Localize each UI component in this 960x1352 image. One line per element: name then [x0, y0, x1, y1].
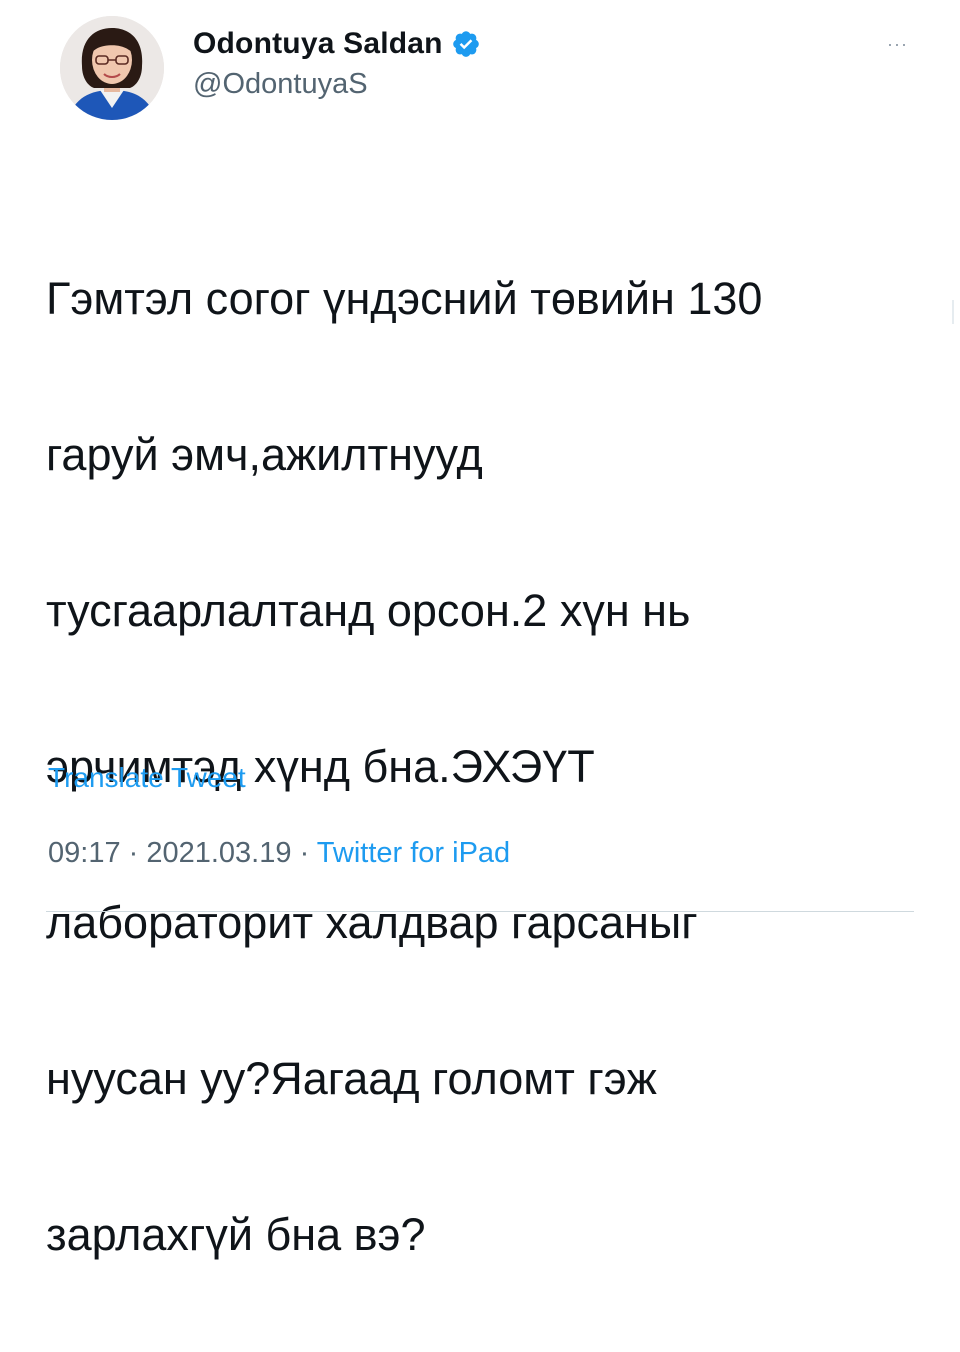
- tweet-source-link[interactable]: Twitter for iPad: [317, 837, 510, 869]
- more-options-icon[interactable]: ···: [887, 34, 908, 55]
- tweet-text-line: зарлахгүй бна вэ?: [46, 1209, 426, 1260]
- tweet-text-line: нуусан уу?Яагаад голомт гэж: [46, 1053, 657, 1104]
- user-handle[interactable]: @OdontuyaS: [193, 68, 481, 101]
- meta-separator: ·: [291, 837, 317, 869]
- tweet-card: Odontuya Saldan @OdontuyaS ··· Гэмтэл со…: [0, 0, 960, 1260]
- verified-badge-icon: [451, 29, 481, 59]
- tweet-text-line: гаруй эмч,ажилтнууд: [46, 429, 483, 480]
- tweet-metadata: 09:17 · 2021.03.19 · Twitter for iPad: [48, 837, 510, 870]
- tweet-text-line: Гэмтэл согог үндэсний төвийн 130: [46, 273, 763, 324]
- avatar[interactable]: [60, 16, 164, 120]
- divider: [46, 911, 914, 912]
- display-name[interactable]: Odontuya Saldan: [193, 27, 443, 61]
- meta-separator: ·: [120, 837, 147, 869]
- scroll-edge-marker: [952, 300, 954, 324]
- translate-tweet-link[interactable]: Translate Tweet: [48, 762, 246, 794]
- name-row: Odontuya Saldan: [193, 26, 481, 62]
- tweet-date[interactable]: 2021.03.19: [146, 837, 291, 869]
- author-block: Odontuya Saldan @OdontuyaS: [193, 26, 481, 101]
- tweet-text-line: тусгаарлалтанд орсон.2 хүн нь: [46, 585, 691, 636]
- avatar-photo: [60, 16, 164, 120]
- tweet-text-line: лабораторит халдвар гарсаныг: [46, 897, 698, 948]
- tweet-time[interactable]: 09:17: [48, 837, 121, 869]
